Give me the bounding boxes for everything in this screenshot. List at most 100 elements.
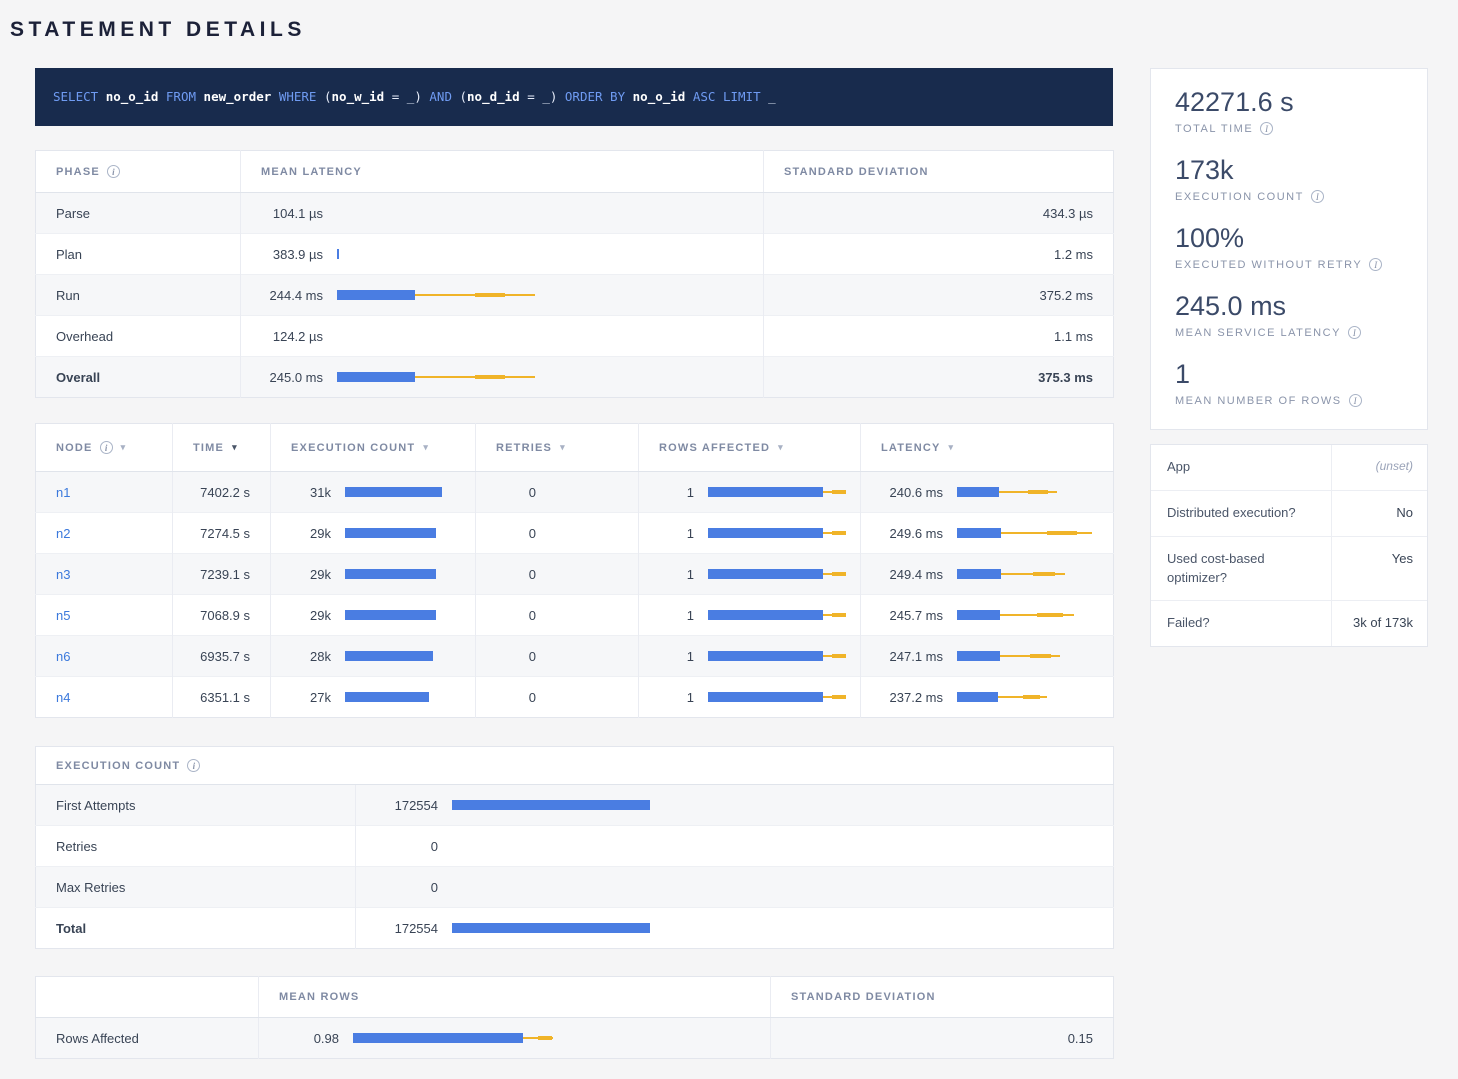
- execution-count-table-header: EXECUTION COUNT i: [36, 747, 1114, 785]
- cell-content: 244.4 ms: [261, 275, 743, 315]
- sql-token: no_w_id: [332, 89, 385, 104]
- bar-chart: [345, 650, 455, 662]
- exec-row-label: Total: [56, 921, 86, 936]
- cell-content: 0: [496, 595, 618, 635]
- retries-column-header[interactable]: RETRIES ▾: [476, 424, 639, 472]
- bar-chart: [452, 922, 1093, 934]
- side-column: 42271.6 sTOTAL TIMEi173kEXECUTION COUNTi…: [1150, 68, 1428, 647]
- latency-cell: 245.7 ms: [861, 595, 1114, 636]
- cell-value: 0: [376, 839, 438, 854]
- execution-count-cell: 28k: [271, 636, 476, 677]
- stat-label-text: MEAN NUMBER OF ROWS: [1175, 395, 1342, 407]
- execution-count-column-header[interactable]: EXECUTION COUNT ▾: [271, 424, 476, 472]
- sort-icon[interactable]: ▾: [778, 443, 784, 452]
- info-icon[interactable]: i: [1260, 122, 1273, 135]
- cell-content: 249.4 ms: [881, 554, 1093, 594]
- cell-value: 1: [659, 608, 694, 623]
- blank-column-header: [36, 977, 259, 1018]
- mean-rows-column-header: MEAN ROWS: [259, 977, 771, 1018]
- latency-cell: 249.6 ms: [861, 513, 1114, 554]
- sort-icon-active[interactable]: ▾: [232, 443, 238, 452]
- cell-value: 172554: [376, 921, 438, 936]
- stddev-value: 375.3 ms: [764, 357, 1114, 398]
- phase-label: Parse: [56, 206, 90, 221]
- mean-bar: [337, 372, 415, 382]
- latency-column-header[interactable]: LATENCY ▾: [861, 424, 1114, 472]
- bar-chart: [353, 1032, 750, 1044]
- node-link[interactable]: n1: [56, 485, 70, 500]
- cell-content: 29k: [291, 513, 455, 553]
- mean-bar: [345, 528, 436, 538]
- sort-icon[interactable]: ▾: [423, 443, 429, 452]
- sql-token: AND: [429, 89, 452, 104]
- info-icon[interactable]: i: [1311, 190, 1324, 203]
- info-icon[interactable]: i: [107, 165, 120, 178]
- execution-count-table: EXECUTION COUNT i First Attempts172554Re…: [35, 746, 1114, 949]
- bar-chart: [957, 650, 1093, 662]
- mean-rows-cell: 0.98: [259, 1018, 771, 1059]
- info-icon[interactable]: i: [1369, 258, 1382, 271]
- node-link[interactable]: n5: [56, 608, 70, 623]
- cell-value: 0: [496, 649, 536, 664]
- execution-count-table-title: EXECUTION COUNT: [56, 760, 180, 772]
- cell-value: 124.2 µs: [261, 329, 323, 344]
- info-icon[interactable]: i: [100, 441, 113, 454]
- cell-content: 29k: [291, 554, 455, 594]
- cell-value: 1: [659, 649, 694, 664]
- details-card: App(unset)Distributed execution?NoUsed c…: [1150, 444, 1428, 647]
- cell-content: 0: [496, 554, 618, 594]
- stat-label: TOTAL TIMEi: [1175, 122, 1403, 135]
- cell-value: 245.7 ms: [881, 608, 943, 623]
- execution-count-row: Retries0: [36, 826, 1114, 867]
- sort-icon[interactable]: ▾: [121, 443, 127, 452]
- mean-bar: [345, 487, 442, 497]
- summary-stat: 42271.6 sTOTAL TIMEi: [1175, 85, 1403, 135]
- rows-affected-cell: 1: [639, 554, 861, 595]
- bar-chart: [708, 527, 840, 539]
- cell-value: 1: [659, 567, 694, 582]
- bar-chart: [957, 486, 1093, 498]
- mean-bar: [957, 569, 1001, 579]
- sort-icon[interactable]: ▾: [949, 443, 955, 452]
- stat-label: EXECUTION COUNTi: [1175, 190, 1403, 203]
- sql-token: SELECT: [53, 89, 98, 104]
- latency-cell: 249.4 ms: [861, 554, 1114, 595]
- summary-stat: 245.0 msMEAN SERVICE LATENCYi: [1175, 289, 1403, 339]
- detail-label: App: [1151, 445, 1331, 490]
- stddev-marker: [832, 572, 846, 576]
- bar-chart: [957, 691, 1093, 703]
- phase-label: Plan: [56, 247, 82, 262]
- node-column-header[interactable]: NODE i ▾: [36, 424, 173, 472]
- stat-label-text: EXECUTED WITHOUT RETRY: [1175, 259, 1362, 271]
- time-column-header[interactable]: TIME ▾: [173, 424, 271, 472]
- mean-latency-cell: 383.9 µs: [241, 234, 764, 275]
- info-icon[interactable]: i: [187, 759, 200, 772]
- detail-value: 3k of 173k: [1331, 601, 1427, 646]
- sql-token: ): [414, 89, 422, 104]
- retries-column-label: RETRIES: [496, 442, 552, 454]
- cell-content: 245.7 ms: [881, 595, 1093, 635]
- stat-label: MEAN SERVICE LATENCYi: [1175, 326, 1403, 339]
- detail-value: Yes: [1331, 537, 1427, 601]
- rows-affected-column-header[interactable]: ROWS AFFECTED ▾: [639, 424, 861, 472]
- stddev-value: 1.2 ms: [764, 234, 1114, 275]
- stddev-marker: [538, 1036, 552, 1040]
- cell-value: 249.4 ms: [881, 567, 943, 582]
- cell-value: 0.98: [279, 1031, 339, 1046]
- sort-icon[interactable]: ▾: [560, 443, 566, 452]
- exec-value-cell: 172554: [356, 908, 1114, 949]
- node-link[interactable]: n6: [56, 649, 70, 664]
- node-link[interactable]: n2: [56, 526, 70, 541]
- node-link[interactable]: n4: [56, 690, 70, 705]
- phase-name-cell: Overall: [36, 357, 241, 398]
- bar-chart: [337, 371, 743, 383]
- node-row: n57068.9 s29k01245.7 ms: [36, 595, 1114, 636]
- cell-value: 0: [376, 880, 438, 895]
- latency-cell: 240.6 ms: [861, 472, 1114, 513]
- phase-column-header: PHASE i: [36, 151, 241, 193]
- info-icon[interactable]: i: [1349, 394, 1362, 407]
- info-icon[interactable]: i: [1348, 326, 1361, 339]
- bar-chart: [337, 248, 743, 260]
- node-link[interactable]: n3: [56, 567, 70, 582]
- mean-bar: [957, 610, 1000, 620]
